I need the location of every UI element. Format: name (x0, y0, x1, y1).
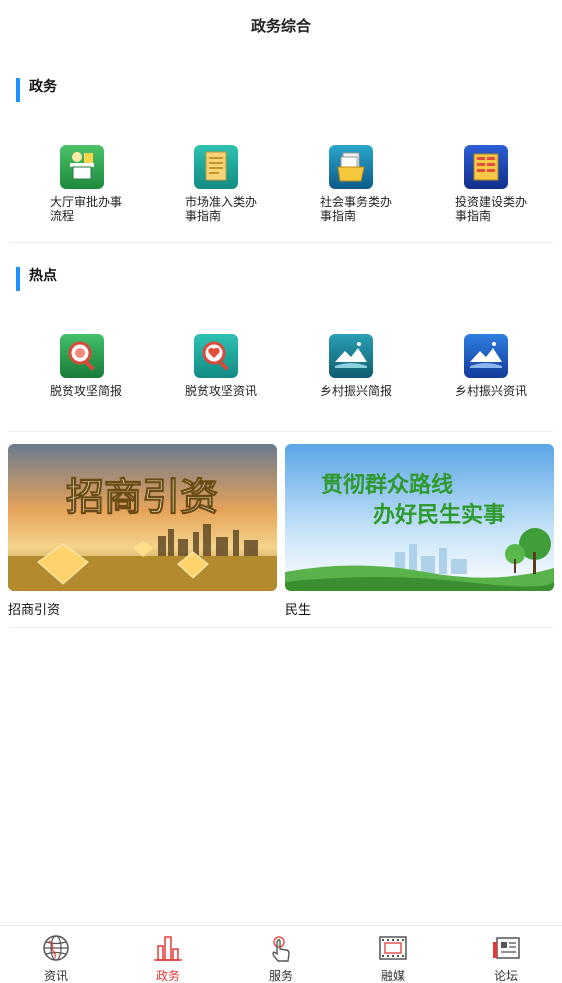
section-title: 热点 (29, 268, 57, 284)
banner-image-text-line2: 办好民生实事 (373, 502, 505, 528)
tab-label: 资讯 (43, 969, 68, 983)
tab-label: 论坛 (493, 969, 518, 983)
grid-item-hall-approval[interactable]: 大厅审批办事流程 (50, 140, 160, 230)
divider (9, 431, 553, 432)
village-house-blue-icon (464, 334, 508, 378)
ledger-book-icon (464, 145, 508, 189)
grid-item-investment[interactable]: 投资建设类办事指南 (455, 140, 562, 230)
section-header-zhengwu: 政务 (0, 75, 562, 105)
grid-item-rural-news[interactable]: 乡村振兴资讯 (455, 329, 562, 419)
banner-investment[interactable]: 招商引资 (8, 444, 277, 591)
hand-tap-icon (272, 936, 290, 962)
grid-item-poverty-news[interactable]: 脱贫攻坚资讯 (185, 329, 295, 419)
section-accent-bar (16, 267, 20, 291)
service-grid-redian: 脱贫攻坚简报 脱贫攻坚资讯 乡村振兴简报 乡村振兴资讯 (0, 329, 562, 429)
globe-icon (43, 935, 69, 961)
page-title: 政务综合 (250, 16, 311, 35)
grid-item-label: 社会事务类办事指南 (320, 195, 393, 223)
banner-caption[interactable]: 招商引资 (8, 599, 60, 618)
grid-item-social-affairs[interactable]: 社会事务类办事指南 (320, 140, 430, 230)
tab-news[interactable]: 资讯 (0, 926, 112, 983)
document-list-icon (194, 145, 238, 189)
banner-image-text-line1: 贯彻群众路线 (321, 472, 453, 498)
tab-government[interactable]: 政务 (112, 926, 224, 983)
grid-item-poverty-brief[interactable]: 脱贫攻坚简报 (50, 329, 160, 419)
folder-docs-icon (329, 145, 373, 189)
banner-livelihood[interactable]: 贯彻群众路线 办好民生实事 (285, 444, 554, 591)
grid-item-label: 乡村振兴简报 (320, 384, 393, 398)
bottom-tab-bar: 资讯 政务 服务 融媒 论坛 (0, 925, 562, 983)
grid-item-label: 乡村振兴资讯 (455, 384, 528, 398)
newspaper-icon (493, 937, 520, 959)
grid-item-rural-brief[interactable]: 乡村振兴简报 (320, 329, 430, 419)
building-chart-icon (154, 936, 182, 961)
grid-item-label: 脱贫攻坚简报 (50, 384, 123, 398)
banner-caption[interactable]: 民生 (285, 599, 311, 618)
grid-item-label: 市场准入类办事指南 (185, 195, 258, 223)
section-accent-bar (16, 78, 20, 102)
grid-item-market-access[interactable]: 市场准入类办事指南 (185, 140, 295, 230)
magnifier-heart-icon (194, 334, 238, 378)
tab-label: 服务 (268, 969, 293, 983)
grid-item-label: 投资建设类办事指南 (455, 195, 528, 223)
grid-item-label: 脱贫攻坚资讯 (185, 384, 258, 398)
tab-service[interactable]: 服务 (225, 926, 337, 983)
approval-person-icon (60, 145, 104, 189)
divider (9, 627, 553, 628)
section-title: 政务 (29, 79, 57, 95)
divider (9, 242, 553, 243)
film-strip-icon (379, 936, 407, 960)
magnifier-icon (60, 334, 104, 378)
section-header-redian: 热点 (0, 264, 562, 294)
grid-item-label: 大厅审批办事流程 (50, 195, 123, 223)
tab-forum[interactable]: 论坛 (450, 926, 562, 983)
tab-media[interactable]: 融媒 (337, 926, 449, 983)
service-grid-zhengwu: 大厅审批办事流程 市场准入类办事指南 社会事务类办事指南 投资建设类办事指南 (0, 140, 562, 240)
top-bar: 政务综合 (0, 0, 562, 50)
village-house-icon (329, 334, 373, 378)
banner-image-text: 招商引资 (66, 475, 218, 519)
tab-label: 融媒 (380, 969, 405, 983)
tab-label: 政务 (155, 969, 180, 983)
